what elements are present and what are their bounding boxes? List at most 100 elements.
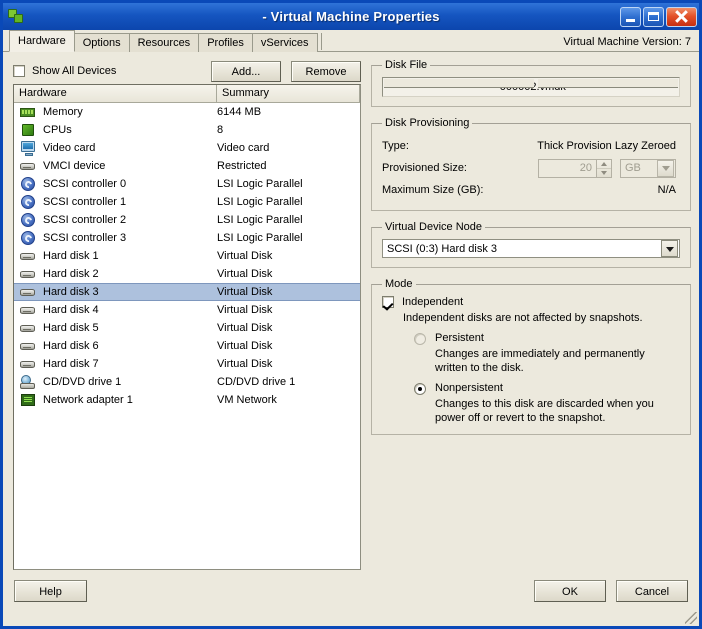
tab-profiles[interactable]: Profiles: [198, 33, 253, 52]
show-all-devices-label: Show All Devices: [32, 65, 117, 77]
nonpersistent-row: Nonpersistent: [414, 382, 680, 395]
virtual-device-node-select[interactable]: SCSI (0:3) Hard disk 3: [382, 239, 680, 258]
table-row[interactable]: Hard disk 1 Virtual Disk: [14, 247, 360, 265]
provisioned-size-unit-select[interactable]: GB: [620, 158, 676, 178]
maximum-size-row: Maximum Size (GB): N/A: [382, 179, 680, 201]
persistent-label: Persistent: [435, 332, 484, 344]
chevron-down-icon: [661, 240, 678, 257]
hardware-summary: CD/DVD drive 1: [217, 376, 296, 388]
provisioning-type-row: Type: Thick Provision Lazy Zeroed: [382, 135, 680, 157]
hardware-name: Hard disk 2: [43, 268, 99, 280]
tab-resources[interactable]: Resources: [128, 33, 200, 52]
hardware-name: Hard disk 7: [43, 358, 99, 370]
table-row[interactable]: Hard disk 7 Virtual Disk: [14, 355, 360, 373]
table-row[interactable]: SCSI controller 3 LSI Logic Parallel: [14, 229, 360, 247]
hardware-summary: Restricted: [217, 160, 267, 172]
independent-label: Independent: [402, 296, 464, 308]
table-row[interactable]: SCSI controller 1 LSI Logic Parallel: [14, 193, 360, 211]
show-all-devices-checkbox[interactable]: [13, 65, 25, 77]
scsi-controller-icon: [19, 231, 37, 245]
hardware-summary: LSI Logic Parallel: [217, 214, 303, 226]
tab-vservices[interactable]: vServices: [251, 33, 318, 52]
maximum-size-value: N/A: [657, 184, 676, 196]
mode-group: Mode Independent Independent disks are n…: [371, 278, 691, 435]
column-header-hardware[interactable]: Hardware: [14, 85, 217, 102]
network-adapter-icon: [19, 393, 37, 407]
close-button[interactable]: [666, 6, 697, 27]
hardware-name: Memory: [43, 106, 83, 118]
ok-button[interactable]: OK: [534, 580, 606, 602]
provisioned-size-row: Provisioned Size: 20 GB: [382, 157, 680, 179]
add-device-button[interactable]: Add...: [211, 60, 281, 82]
hard-disk-icon: [19, 303, 37, 317]
scsi-controller-icon: [19, 213, 37, 227]
table-row[interactable]: Network adapter 1 VM Network: [14, 391, 360, 409]
disk-file-redaction-2: [538, 79, 678, 88]
hard-disk-icon: [19, 321, 37, 335]
table-row[interactable]: Hard disk 3 Virtual Disk: [14, 283, 360, 301]
hardware-name: CD/DVD drive 1: [43, 376, 122, 388]
disk-file-value[interactable]: -000002.vmdk: [382, 77, 680, 97]
table-row[interactable]: VMCI device Restricted: [14, 157, 360, 175]
virtual-machine-properties-dialog: - Virtual Machine Properties Hardware Op…: [0, 0, 702, 629]
table-row[interactable]: SCSI controller 2 LSI Logic Parallel: [14, 211, 360, 229]
vmci-device-icon: [19, 159, 37, 173]
column-header-summary[interactable]: Summary: [217, 85, 360, 102]
remove-device-button[interactable]: Remove: [291, 60, 361, 82]
maximize-button[interactable]: [643, 6, 664, 27]
video-card-icon: [19, 141, 37, 156]
help-button[interactable]: Help: [14, 580, 87, 602]
disk-file-redaction-1: [384, 79, 534, 88]
cancel-button[interactable]: Cancel: [616, 580, 688, 602]
hard-disk-icon: [19, 357, 37, 371]
window-titlebar[interactable]: - Virtual Machine Properties: [3, 3, 699, 30]
table-row[interactable]: Hard disk 2 Virtual Disk: [14, 265, 360, 283]
stepper-arrows[interactable]: [596, 159, 611, 177]
disk-file-group: Disk File -000002.vmdk: [371, 59, 691, 107]
scsi-controller-icon: [19, 177, 37, 191]
hardware-name: Network adapter 1: [43, 394, 133, 406]
table-row[interactable]: CD/DVD drive 1 CD/DVD drive 1: [14, 373, 360, 391]
table-row[interactable]: SCSI controller 0 LSI Logic Parallel: [14, 175, 360, 193]
tab-strip-divider: [320, 33, 322, 50]
hard-disk-icon: [19, 339, 37, 353]
dialog-footer: Help OK Cancel: [3, 570, 699, 626]
provisioning-type-label: Type:: [382, 140, 409, 152]
independent-checkbox[interactable]: [382, 296, 394, 308]
scsi-controller-icon: [19, 195, 37, 209]
chevron-down-icon: [657, 159, 674, 177]
minimize-button[interactable]: [620, 6, 641, 27]
hardware-list[interactable]: Hardware Summary Memory 6144 MB CPUs 8 Video…: [13, 84, 361, 570]
table-row[interactable]: Hard disk 4 Virtual Disk: [14, 301, 360, 319]
virtual-device-node-value: SCSI (0:3) Hard disk 3: [387, 242, 498, 255]
maximum-size-label: Maximum Size (GB):: [382, 184, 484, 196]
nonpersistent-radio[interactable]: [414, 383, 426, 395]
hard-disk-icon: [19, 285, 37, 299]
disk-file-legend: Disk File: [385, 59, 428, 71]
hardware-name: Video card: [43, 142, 96, 154]
hardware-summary: Virtual Disk: [217, 304, 273, 316]
table-row[interactable]: CPUs 8: [14, 121, 360, 139]
table-row[interactable]: Hard disk 6 Virtual Disk: [14, 337, 360, 355]
tab-hardware[interactable]: Hardware: [9, 30, 75, 52]
hardware-summary: VM Network: [217, 394, 277, 406]
provisioned-size-label: Provisioned Size:: [382, 162, 467, 174]
hardware-summary: Virtual Disk: [217, 340, 273, 352]
provisioning-type-value: Thick Provision Lazy Zeroed: [537, 140, 676, 152]
resize-handle[interactable]: [685, 612, 697, 624]
table-row[interactable]: Video card Video card: [14, 139, 360, 157]
mode-legend: Mode: [385, 278, 413, 290]
vm-version-label: Virtual Machine Version: 7: [563, 36, 691, 48]
stepper-down-icon: [597, 169, 611, 177]
persistent-radio[interactable]: [414, 333, 426, 345]
hardware-name: Hard disk 3: [43, 286, 99, 298]
stepper-up-icon: [597, 160, 611, 169]
tab-options[interactable]: Options: [73, 33, 130, 52]
hardware-name: Hard disk 6: [43, 340, 99, 352]
table-row[interactable]: Hard disk 5 Virtual Disk: [14, 319, 360, 337]
provisioned-size-stepper[interactable]: 20: [538, 158, 612, 178]
table-row[interactable]: Memory 6144 MB: [14, 103, 360, 121]
hardware-name: SCSI controller 2: [43, 214, 127, 226]
hardware-summary: Virtual Disk: [217, 358, 273, 370]
hardware-panel: Show All Devices Add... Remove Hardware …: [13, 58, 361, 570]
